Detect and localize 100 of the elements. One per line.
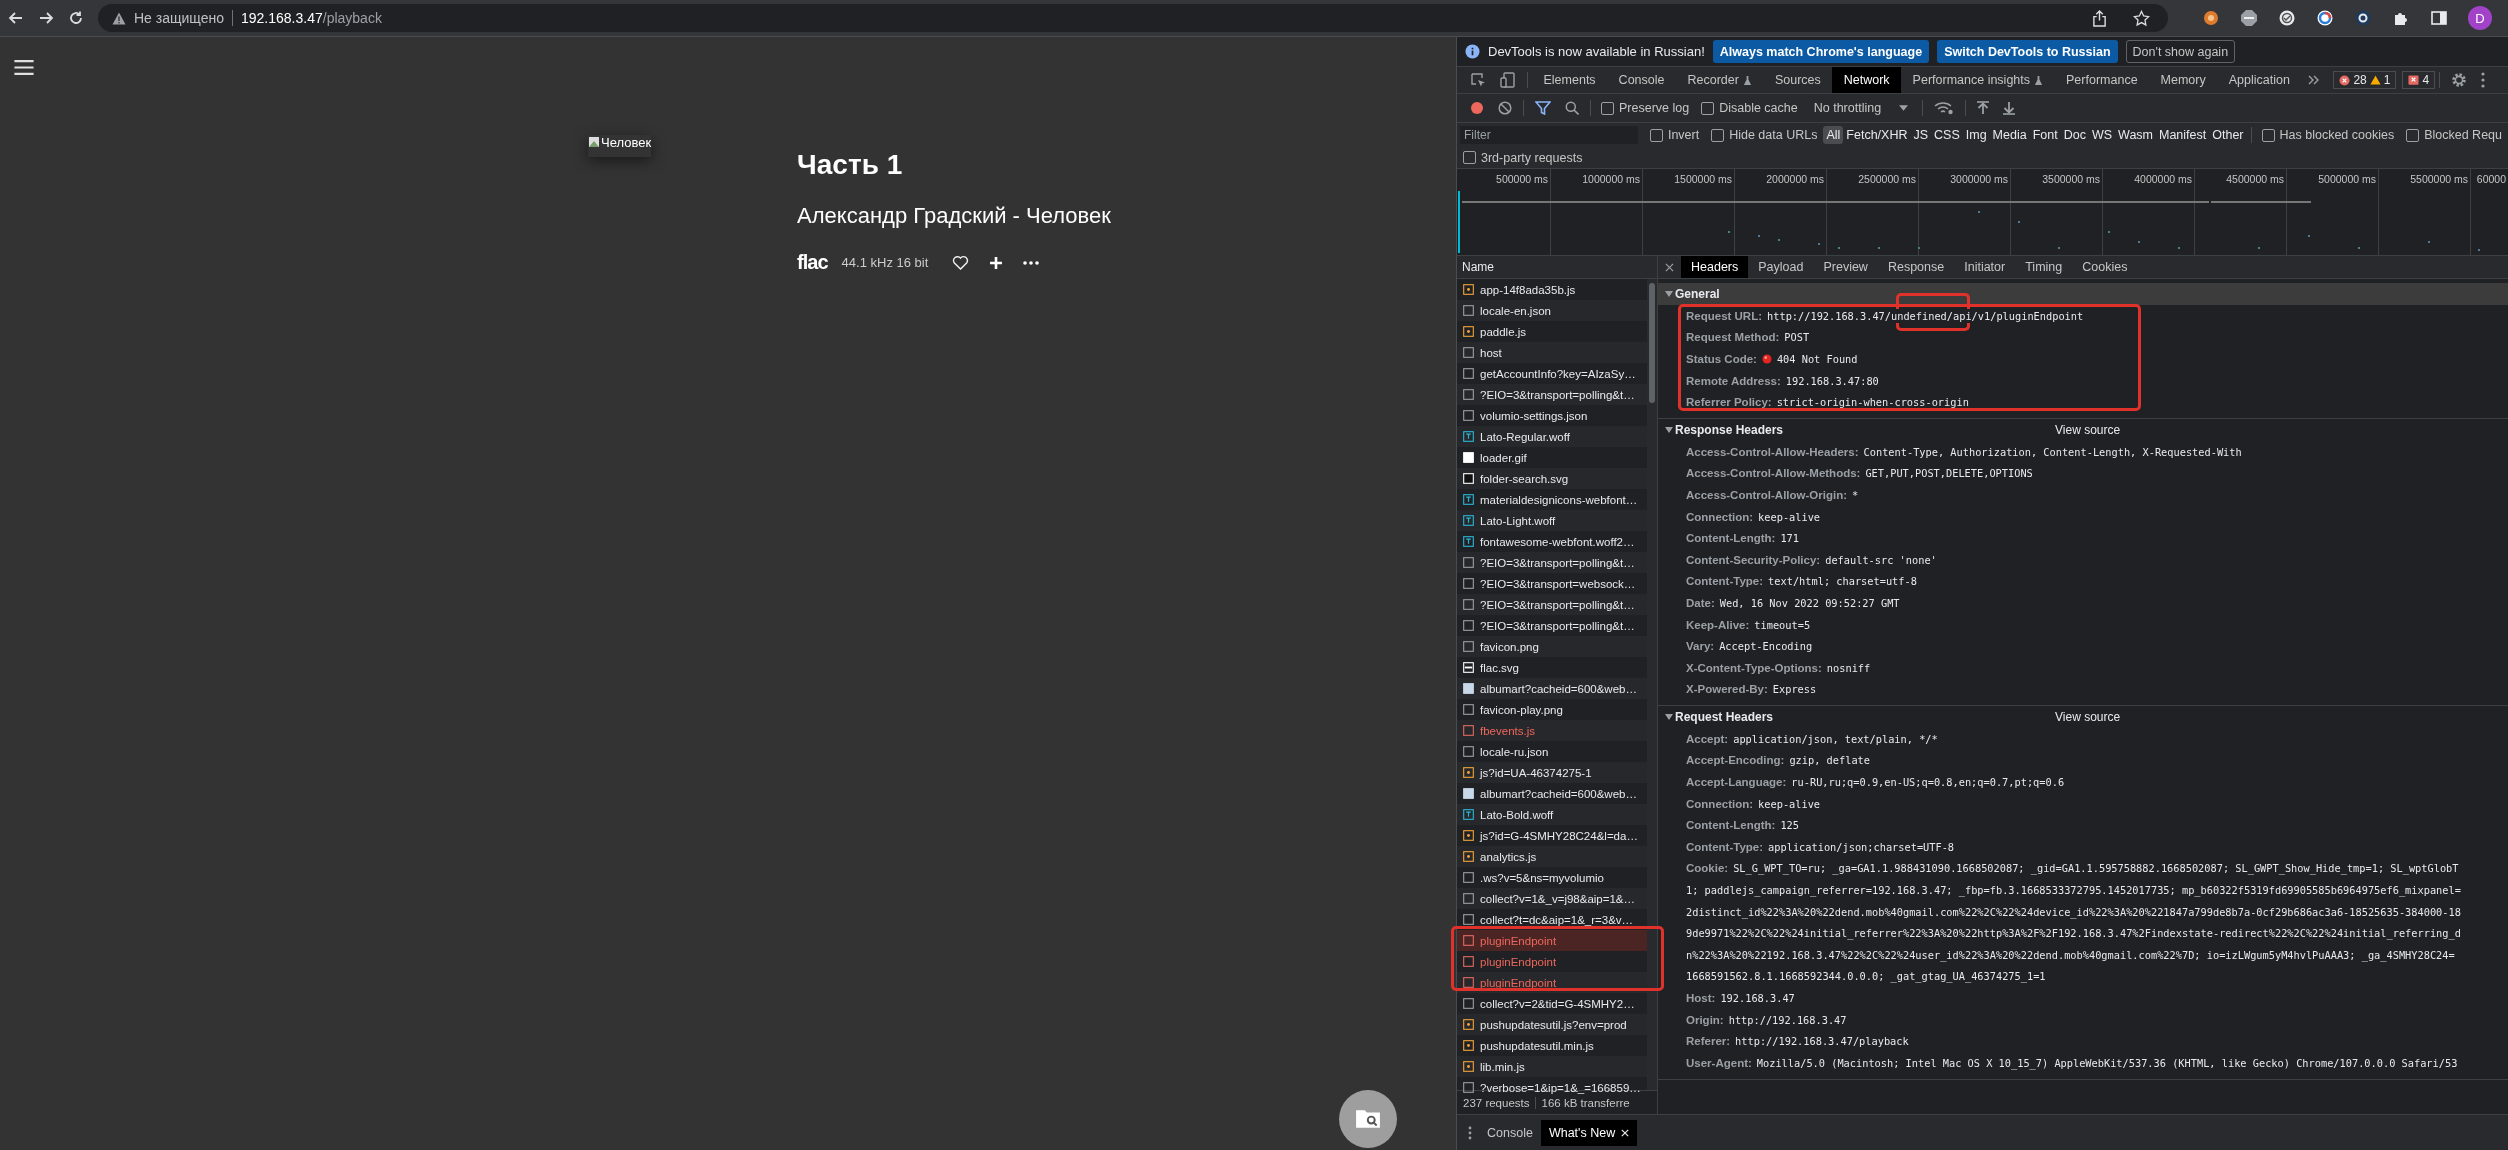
filter-input[interactable]: Filter (1460, 126, 1638, 144)
settings-icon[interactable] (2451, 72, 2468, 88)
request-row[interactable]: locale-ru.json (1457, 741, 1647, 762)
resource-type-filter[interactable]: JS (1910, 126, 1932, 144)
request-row[interactable]: pushupdatesutil.js?env=prod (1457, 1014, 1647, 1035)
star-icon[interactable] (2133, 9, 2150, 27)
drawer-tab[interactable]: Console (1479, 1119, 1541, 1146)
request-row[interactable]: ?EIO=3&transport=polling&t… (1457, 615, 1647, 636)
request-row[interactable]: collect?v=1&_v=j98&aip=1&… (1457, 888, 1647, 909)
forward-icon[interactable] (38, 10, 54, 26)
request-row[interactable]: collect?v=2&tid=G-4SMHY2… (1457, 993, 1647, 1014)
request-row[interactable]: Lato-Light.woff (1457, 510, 1647, 531)
request-row[interactable]: Lato-Bold.woff (1457, 804, 1647, 825)
panel-tab[interactable]: Application (2217, 67, 2302, 93)
panel-tab[interactable]: Elements (1532, 67, 1608, 93)
infobar-button[interactable]: Don't show again (2125, 40, 2236, 63)
detail-tab[interactable]: Headers (1681, 256, 1749, 278)
panel-tab[interactable]: Console (1607, 67, 1676, 93)
search-icon[interactable] (1565, 101, 1579, 115)
third-party-checkbox[interactable]: 3rd-party requests (1463, 150, 1583, 165)
throttling-dropdown[interactable]: No throttling (1813, 101, 1909, 115)
infobar-button[interactable]: Always match Chrome's language (1712, 40, 1930, 63)
resource-type-filter[interactable]: Fetch/XHR (1843, 126, 1911, 144)
panel-tab[interactable]: Recorder (1676, 67, 1764, 93)
download-icon[interactable] (2003, 101, 2016, 115)
detail-tab[interactable]: Cookies (2072, 256, 2138, 278)
panel-tab[interactable]: Sources (1763, 67, 1833, 93)
drawer-tab[interactable]: What's New (1540, 1119, 1638, 1146)
resource-type-filter[interactable]: CSS (1931, 126, 1963, 144)
request-row[interactable]: ?EIO=3&transport=polling&t… (1457, 594, 1647, 615)
plus-icon[interactable] (989, 255, 1004, 270)
share-icon[interactable] (2092, 9, 2107, 27)
request-row[interactable]: loader.gif (1457, 447, 1647, 468)
panel-tab[interactable]: Memory (2149, 67, 2218, 93)
kebab-menu-icon[interactable] (2481, 72, 2486, 88)
detail-tab[interactable]: Initiator (1954, 256, 2016, 278)
inspect-icon[interactable] (1470, 72, 1486, 88)
menu-icon[interactable] (13, 59, 35, 76)
request-row[interactable]: Lato-Regular.woff (1457, 426, 1647, 447)
request-row[interactable]: collect?t=dc&aip=1&_r=3&v… (1457, 909, 1647, 930)
heart-icon[interactable] (952, 255, 970, 270)
upload-icon[interactable] (1977, 101, 1990, 115)
request-row[interactable]: ?verbose=1&ip=1&_=166859… (1457, 1077, 1647, 1098)
extension-icon[interactable] (2354, 9, 2372, 27)
filter-checkbox[interactable]: Has blocked cookies (2261, 128, 2395, 142)
view-source-link[interactable]: View source (2055, 422, 2121, 437)
request-row[interactable]: albumart?cacheid=600&web… (1457, 783, 1647, 804)
extension-icon[interactable] (2316, 9, 2334, 27)
request-row[interactable]: js?id=UA-46374275-1 (1457, 762, 1647, 783)
request-row[interactable]: albumart?cacheid=600&web… (1457, 678, 1647, 699)
reload-icon[interactable] (68, 10, 84, 26)
request-row[interactable]: materialdesignicons-webfont… (1457, 489, 1647, 510)
more-icon[interactable] (1023, 260, 1040, 265)
request-row[interactable]: fontawesome-webfont.woff2… (1457, 531, 1647, 552)
request-row[interactable]: favicon.png (1457, 636, 1647, 657)
network-conditions-icon[interactable] (1934, 101, 1955, 115)
detail-tab[interactable]: Preview (1813, 256, 1878, 278)
resource-type-filter[interactable]: Img (1962, 126, 1990, 144)
filter-checkbox[interactable]: Invert (1649, 128, 1700, 142)
resource-type-filter[interactable]: WS (2088, 126, 2116, 144)
error-warning-counter[interactable]: 28 1 (2333, 71, 2397, 89)
filter-checkbox[interactable]: Hide data URLs (1711, 128, 1818, 142)
section-title[interactable]: Response Headers (1675, 422, 2055, 437)
filter-checkbox[interactable]: Blocked Requ (2406, 128, 2502, 142)
request-row[interactable]: ?EIO=3&transport=polling&t… (1457, 552, 1647, 573)
panel-tab[interactable]: Performance insights (1901, 67, 2055, 93)
resource-type-filter[interactable]: Font (2029, 126, 2061, 144)
request-row[interactable]: favicon-play.png (1457, 699, 1647, 720)
clear-icon[interactable] (1498, 101, 1512, 115)
section-title[interactable]: Request Headers (1675, 710, 2055, 725)
detail-tab[interactable]: Payload (1748, 256, 1814, 278)
request-row[interactable]: pushupdatesutil.min.js (1457, 1035, 1647, 1056)
side-panel-icon[interactable] (2430, 9, 2448, 27)
panel-tab[interactable]: Performance (2054, 67, 2150, 93)
option-checkbox[interactable]: Disable cache (1701, 101, 1798, 115)
panel-tab[interactable]: Network (1832, 67, 1902, 93)
request-row[interactable]: getAccountInfo?key=AIzaSy… (1457, 363, 1647, 384)
resource-type-filter[interactable]: Wasm (2115, 126, 2156, 144)
request-row[interactable]: volumio-settings.json (1457, 405, 1647, 426)
device-toolbar-icon[interactable] (1500, 72, 1516, 88)
profile-avatar[interactable]: D (2468, 6, 2492, 30)
back-icon[interactable] (8, 10, 24, 26)
extension-icon[interactable] (2240, 9, 2258, 27)
detail-tab[interactable]: Timing (2015, 256, 2073, 278)
browse-button[interactable] (1339, 1090, 1397, 1148)
request-row[interactable]: lib.min.js (1457, 1056, 1647, 1077)
resource-type-filter[interactable]: Manifest (2156, 126, 2210, 144)
request-row[interactable]: locale-en.json (1457, 300, 1647, 321)
request-row[interactable]: app-14f8ada35b.js (1457, 279, 1647, 300)
request-row[interactable]: folder-search.svg (1457, 468, 1647, 489)
more-tabs-icon[interactable] (2308, 75, 2321, 85)
request-row[interactable]: paddle.js (1457, 321, 1647, 342)
record-icon[interactable] (1470, 101, 1484, 115)
extension-icon[interactable] (2202, 9, 2220, 27)
column-header[interactable]: Name (1462, 260, 1494, 274)
resource-type-filter[interactable]: Media (1989, 126, 2030, 144)
detail-tab[interactable]: Response (1877, 256, 1955, 278)
address-bar[interactable]: Не защищено 192.168.3.47/playback (98, 4, 2168, 32)
request-row[interactable]: js?id=G-4SMHY28C24&l=da… (1457, 825, 1647, 846)
infobar-button[interactable]: Switch DevTools to Russian (1937, 40, 2118, 63)
